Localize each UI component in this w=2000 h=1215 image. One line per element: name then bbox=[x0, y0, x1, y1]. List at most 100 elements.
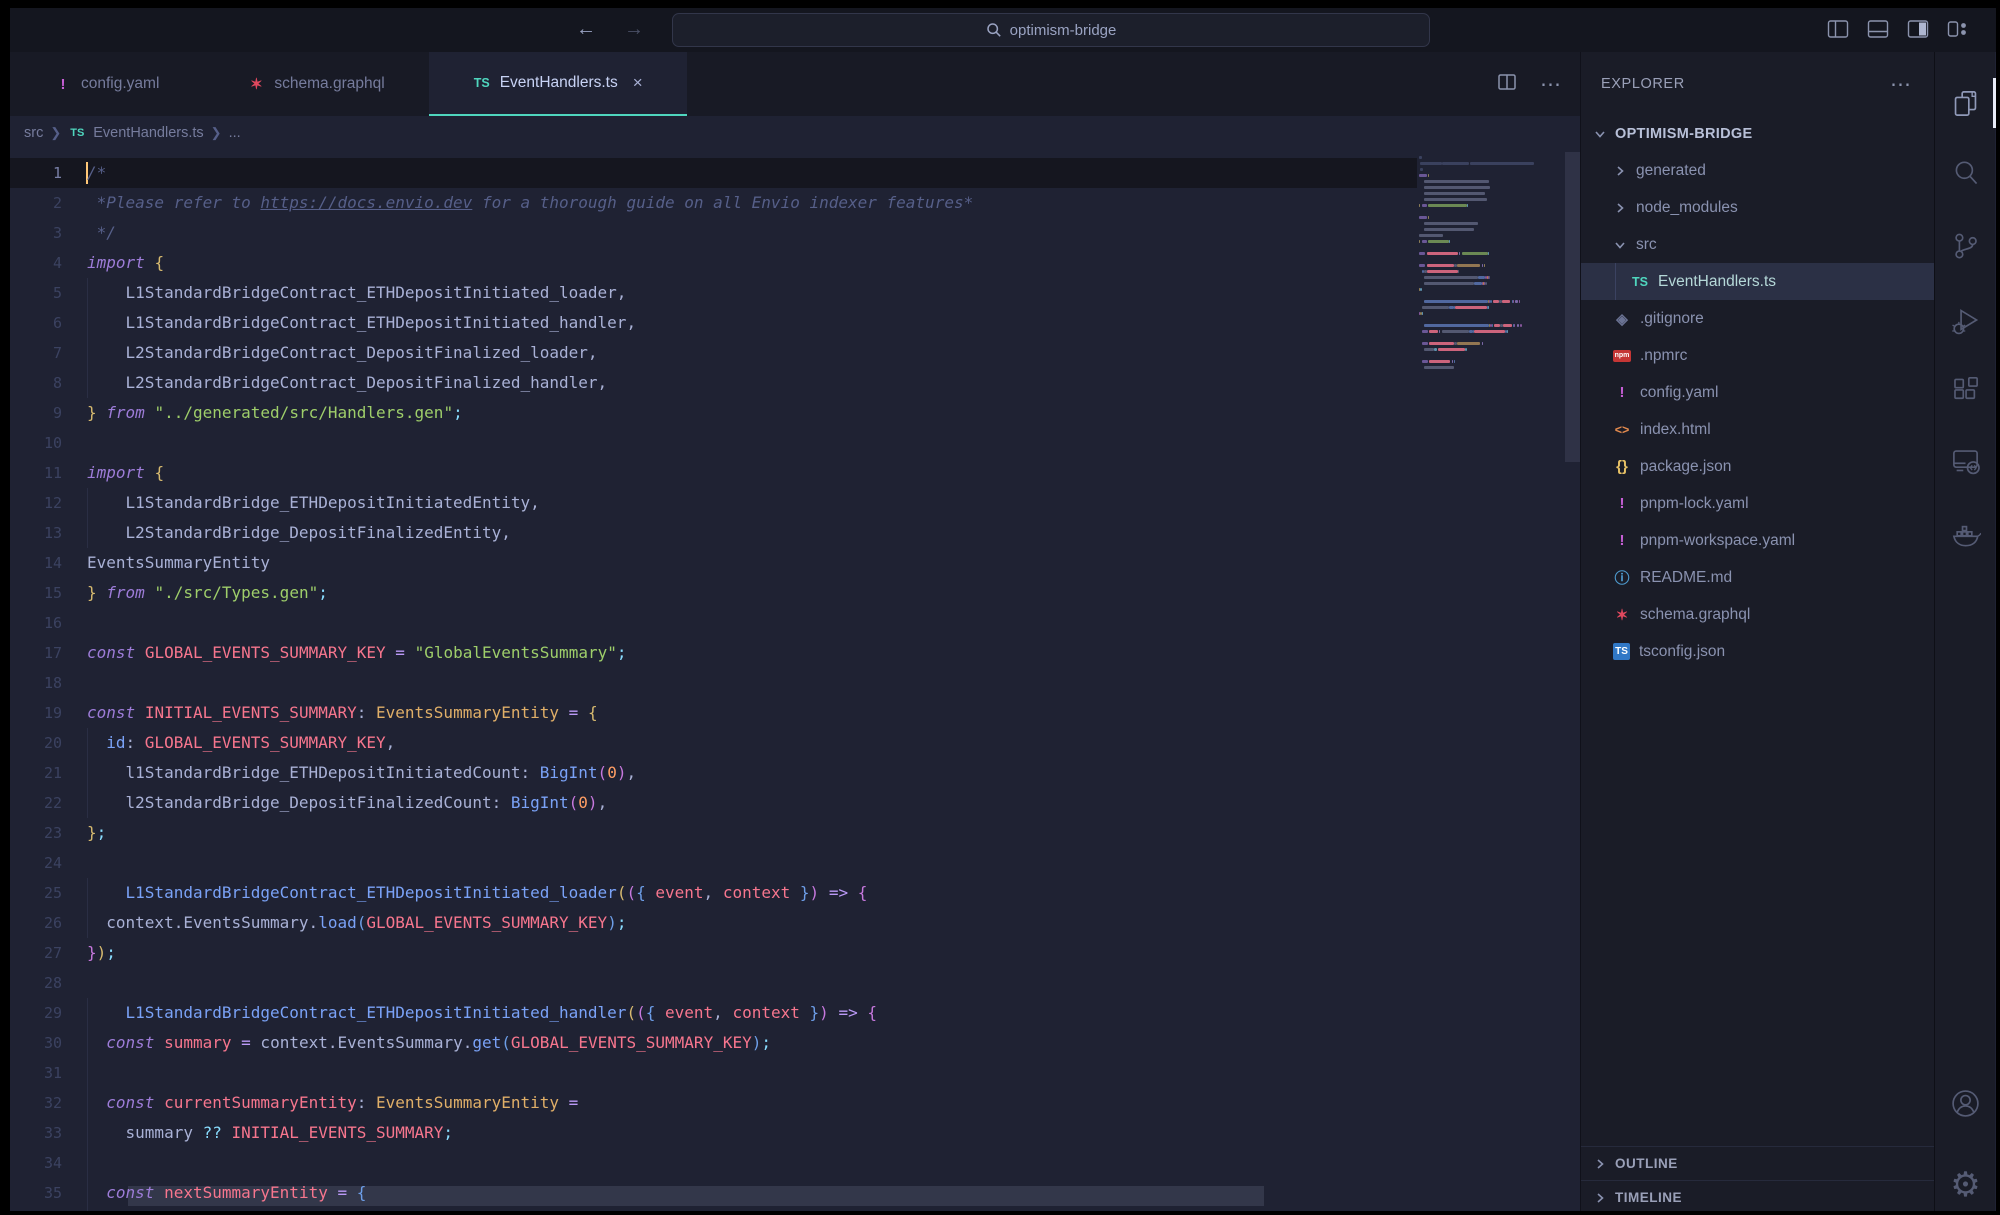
section-outline[interactable]: OUTLINE bbox=[1581, 1146, 1934, 1180]
tab-EventHandlers.ts[interactable]: TSEventHandlers.ts× bbox=[429, 52, 687, 116]
tree-file-index.html[interactable]: <>index.html bbox=[1581, 411, 1934, 448]
tree-file-pnpm-workspace.yaml[interactable]: !pnpm-workspace.yaml bbox=[1581, 522, 1934, 559]
tree-file-.npmrc[interactable]: npm.npmrc bbox=[1581, 337, 1934, 374]
code-line[interactable]: 25 L1StandardBridgeContract_ETHDepositIn… bbox=[10, 878, 1580, 908]
docker-icon[interactable] bbox=[1935, 511, 1996, 555]
code-line[interactable]: 18 bbox=[10, 668, 1580, 698]
tab-config.yaml[interactable]: !config.yaml bbox=[10, 52, 203, 116]
code-text: L1StandardBridgeContract_ETHDepositIniti… bbox=[87, 878, 867, 908]
code-line[interactable]: 13 L2StandardBridge_DepositFinalizedEnti… bbox=[10, 518, 1580, 548]
account-icon[interactable] bbox=[1935, 1081, 1996, 1125]
explorer-icon[interactable] bbox=[1935, 81, 1996, 125]
code-line[interactable]: 15} from "./src/Types.gen"; bbox=[10, 578, 1580, 608]
code-line[interactable]: 3 */ bbox=[10, 218, 1580, 248]
line-number: 23 bbox=[10, 818, 62, 848]
tsconfig-file-icon: TS bbox=[1613, 643, 1630, 660]
vertical-scrollbar[interactable] bbox=[1565, 152, 1580, 462]
tree-folder-node_modules[interactable]: node_modules bbox=[1581, 189, 1934, 226]
code-line[interactable]: 36 ...currentSummaryEntity, bbox=[10, 1208, 1580, 1211]
code-line[interactable]: 7 L2StandardBridgeContract_DepositFinali… bbox=[10, 338, 1580, 368]
code-text: L2StandardBridgeContract_DepositFinalize… bbox=[87, 368, 607, 398]
code-line[interactable]: 17const GLOBAL_EVENTS_SUMMARY_KEY = "Glo… bbox=[10, 638, 1580, 668]
code-line[interactable]: 31 bbox=[10, 1058, 1580, 1088]
source-control-icon[interactable] bbox=[1935, 223, 1996, 267]
code-line[interactable]: 2 *Please refer to https://docs.envio.de… bbox=[10, 188, 1580, 218]
toggle-panel-icon[interactable] bbox=[1866, 17, 1890, 41]
breadcrumb-item[interactable]: src bbox=[24, 125, 43, 141]
tree-file-pnpm-lock.yaml[interactable]: !pnpm-lock.yaml bbox=[1581, 485, 1934, 522]
breadcrumb-item[interactable]: ... bbox=[229, 125, 241, 141]
explorer-more-icon[interactable]: ⋯ bbox=[1890, 72, 1912, 97]
code-line[interactable]: 16 bbox=[10, 608, 1580, 638]
code-line[interactable]: 21 l1StandardBridge_ETHDepositInitiatedC… bbox=[10, 758, 1580, 788]
navigate-forward-icon[interactable]: → bbox=[621, 18, 647, 41]
line-number: 26 bbox=[10, 908, 62, 938]
code-line[interactable]: 29 L1StandardBridgeContract_ETHDepositIn… bbox=[10, 998, 1580, 1028]
tree-file-tsconfig.json[interactable]: TS tsconfig.json bbox=[1581, 633, 1934, 670]
code-line[interactable]: 11import { bbox=[10, 458, 1580, 488]
code-text: }); bbox=[87, 938, 116, 968]
line-number: 4 bbox=[10, 248, 62, 278]
tree-folder-src[interactable]: src bbox=[1581, 226, 1934, 263]
code-line[interactable]: 30 const summary = context.EventsSummary… bbox=[10, 1028, 1580, 1058]
minimap[interactable] bbox=[1415, 154, 1562, 370]
code-line[interactable]: 12 L1StandardBridge_ETHDepositInitiatedE… bbox=[10, 488, 1580, 518]
code-text: summary ?? INITIAL_EVENTS_SUMMARY; bbox=[87, 1118, 453, 1148]
settings-icon[interactable]: ⚙ bbox=[1935, 1163, 1996, 1207]
code-line[interactable]: 8 L2StandardBridgeContract_DepositFinali… bbox=[10, 368, 1580, 398]
line-number: 5 bbox=[10, 278, 62, 308]
code-line[interactable]: 22 l2StandardBridge_DepositFinalizedCoun… bbox=[10, 788, 1580, 818]
tree-file-config.yaml[interactable]: !config.yaml bbox=[1581, 374, 1934, 411]
code-line[interactable]: 20 id: GLOBAL_EVENTS_SUMMARY_KEY, bbox=[10, 728, 1580, 758]
code-line[interactable]: 23}; bbox=[10, 818, 1580, 848]
code-line[interactable]: 28 bbox=[10, 968, 1580, 998]
code-line[interactable]: 14EventsSummaryEntity bbox=[10, 548, 1580, 578]
split-editor-icon[interactable] bbox=[1496, 71, 1518, 98]
workspace-root-item[interactable]: OPTIMISM-BRIDGE bbox=[1581, 116, 1934, 152]
code-text: /* bbox=[87, 158, 106, 188]
tab-schema.graphql[interactable]: ✶schema.graphql bbox=[203, 52, 428, 116]
more-actions-icon[interactable]: ⋯ bbox=[1540, 72, 1562, 97]
tree-file-schema.graphql[interactable]: ✶schema.graphql bbox=[1581, 596, 1934, 633]
code-text: import { bbox=[87, 458, 164, 488]
customize-layout-icon[interactable] bbox=[1946, 17, 1970, 41]
code-line[interactable]: 5 L1StandardBridgeContract_ETHDepositIni… bbox=[10, 278, 1580, 308]
code-line[interactable]: 33 summary ?? INITIAL_EVENTS_SUMMARY; bbox=[10, 1118, 1580, 1148]
tree-file-package.json[interactable]: {}package.json bbox=[1581, 448, 1934, 485]
breadcrumb[interactable]: src❯TSEventHandlers.ts❯... bbox=[10, 116, 1580, 150]
toggle-sidebar-left-icon[interactable] bbox=[1826, 17, 1850, 41]
chevron-down-icon bbox=[1593, 127, 1607, 141]
breadcrumb-item[interactable]: EventHandlers.ts bbox=[93, 125, 203, 141]
code-editor[interactable]: 1/*2 *Please refer to https://docs.envio… bbox=[10, 150, 1580, 1211]
tree-file-EventHandlers.ts[interactable]: TSEventHandlers.ts bbox=[1581, 263, 1934, 300]
tree-file-.gitignore[interactable]: ◈.gitignore bbox=[1581, 300, 1934, 337]
code-line[interactable]: 26 context.EventsSummary.load(GLOBAL_EVE… bbox=[10, 908, 1580, 938]
line-number: 7 bbox=[10, 338, 62, 368]
code-text: const INITIAL_EVENTS_SUMMARY: EventsSumm… bbox=[87, 698, 598, 728]
tree-folder-generated[interactable]: generated bbox=[1581, 152, 1934, 189]
code-line[interactable]: 34 bbox=[10, 1148, 1580, 1178]
code-line[interactable]: 19const INITIAL_EVENTS_SUMMARY: EventsSu… bbox=[10, 698, 1580, 728]
section-timeline[interactable]: TIMELINE bbox=[1581, 1180, 1934, 1211]
close-tab-icon[interactable]: × bbox=[633, 73, 643, 93]
navigate-back-icon[interactable]: ← bbox=[573, 18, 599, 41]
code-line[interactable]: 1/* bbox=[10, 158, 1580, 188]
tree-item-label: tsconfig.json bbox=[1639, 643, 1725, 661]
remote-icon[interactable] bbox=[1935, 438, 1996, 482]
extensions-icon[interactable] bbox=[1935, 368, 1996, 412]
code-line[interactable]: 27}); bbox=[10, 938, 1580, 968]
code-line[interactable]: 32 const currentSummaryEntity: EventsSum… bbox=[10, 1088, 1580, 1118]
run-debug-icon[interactable] bbox=[1935, 298, 1996, 342]
toggle-sidebar-right-icon[interactable] bbox=[1906, 17, 1930, 41]
code-line[interactable]: 4import { bbox=[10, 248, 1580, 278]
command-center-search[interactable]: optimism-bridge bbox=[672, 13, 1430, 47]
code-line[interactable]: 9} from "../generated/src/Handlers.gen"; bbox=[10, 398, 1580, 428]
breadcrumb-separator: ❯ bbox=[211, 125, 222, 141]
tree-file-README.md[interactable]: ⓘREADME.md bbox=[1581, 559, 1934, 596]
line-number: 18 bbox=[10, 668, 62, 698]
code-line[interactable]: 10 bbox=[10, 428, 1580, 458]
search-icon[interactable] bbox=[1935, 150, 1996, 194]
code-line[interactable]: 24 bbox=[10, 848, 1580, 878]
code-line[interactable]: 6 L1StandardBridgeContract_ETHDepositIni… bbox=[10, 308, 1580, 338]
tree-item-label: src bbox=[1636, 236, 1657, 254]
